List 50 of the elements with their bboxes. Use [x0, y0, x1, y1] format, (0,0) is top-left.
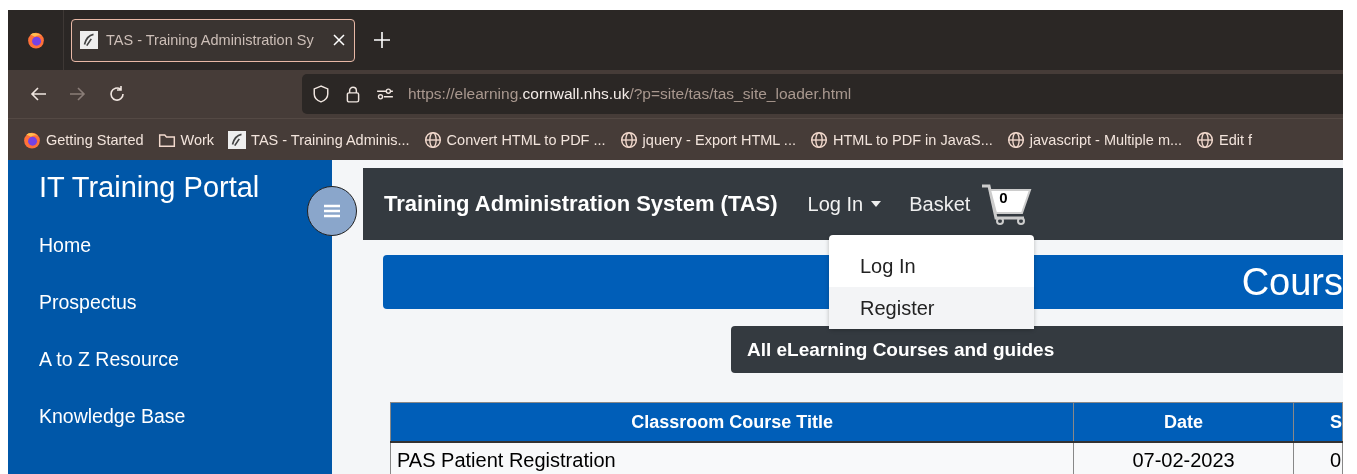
column-header: Date	[1073, 402, 1294, 442]
sidebar-link[interactable]: Prospectus	[39, 291, 137, 313]
site-icon	[228, 130, 247, 149]
sidebar-link[interactable]: Home	[39, 234, 92, 256]
bookmark-link[interactable]: jquery - Export HTML ...	[642, 131, 796, 148]
close-icon[interactable]	[332, 33, 346, 47]
menu-item[interactable]: Log In	[829, 245, 1034, 287]
portal-title: IT Training Portal	[39, 170, 261, 204]
basket-count: 0	[999, 189, 1008, 206]
new-tab-icon[interactable]	[373, 31, 391, 49]
column-header: S	[1293, 402, 1343, 442]
bookmark-link[interactable]: Convert HTML to PDF ...	[446, 131, 606, 148]
bookmark-link[interactable]: javascript - Multiple m...	[1029, 131, 1183, 148]
menu-icon	[323, 203, 341, 219]
firefox-icon[interactable]	[26, 31, 45, 49]
login-dropdown[interactable]: Log In	[807, 192, 882, 216]
system-title: Training Administration System (TAS)	[384, 191, 778, 217]
bookmark-link[interactable]: Edit f	[1219, 131, 1253, 148]
bookmark-link[interactable]: TAS - Training Adminis...	[251, 131, 410, 148]
url-text: https://elearning.cornwall.nhs.uk/?p=site/tas/tas_site_loader.html	[408, 85, 852, 103]
shield-icon[interactable]	[312, 85, 330, 103]
table-cell: 07-02-2023	[1073, 442, 1294, 474]
menu-item[interactable]: Register	[829, 287, 1034, 329]
table-cell: 0	[1293, 442, 1343, 474]
globe-icon	[1196, 130, 1215, 149]
cart-icon[interactable]	[980, 182, 1033, 226]
globe-icon	[1006, 130, 1025, 149]
basket-link[interactable]: Basket	[909, 192, 971, 216]
bookmark-link[interactable]: Getting Started	[46, 131, 144, 148]
back-icon[interactable]	[30, 85, 48, 103]
table-cell: PAS Patient Registration	[390, 442, 1074, 474]
reload-icon[interactable]	[108, 85, 126, 103]
browser-tab[interactable]: TAS - Training Administration Sy	[71, 18, 355, 62]
section-title: All eLearning Courses and guides	[747, 338, 1055, 361]
sidebar-link[interactable]: Knowledge Base	[39, 405, 186, 427]
globe-icon	[809, 130, 828, 149]
firefox-icon	[23, 130, 41, 149]
bookmark-link[interactable]: Work	[180, 131, 215, 148]
column-header: Classroom Course Title	[390, 402, 1074, 442]
lock-icon[interactable]	[344, 85, 362, 103]
site-icon	[80, 31, 98, 49]
globe-icon	[423, 130, 442, 149]
globe-icon	[619, 130, 638, 149]
forward-icon[interactable]	[68, 85, 86, 103]
banner-title: Cours	[1241, 260, 1343, 304]
bookmark-link[interactable]: HTML to PDF in JavaS...	[832, 131, 993, 148]
sidebar-link[interactable]: A to Z Resource	[39, 348, 179, 370]
caret-icon	[871, 201, 882, 207]
tab-title: TAS - Training Administration Sy	[106, 32, 315, 48]
address-bar[interactable]: https://elearning.cornwall.nhs.uk/?p=site/tas/tas_site_loader.html	[302, 74, 1343, 114]
